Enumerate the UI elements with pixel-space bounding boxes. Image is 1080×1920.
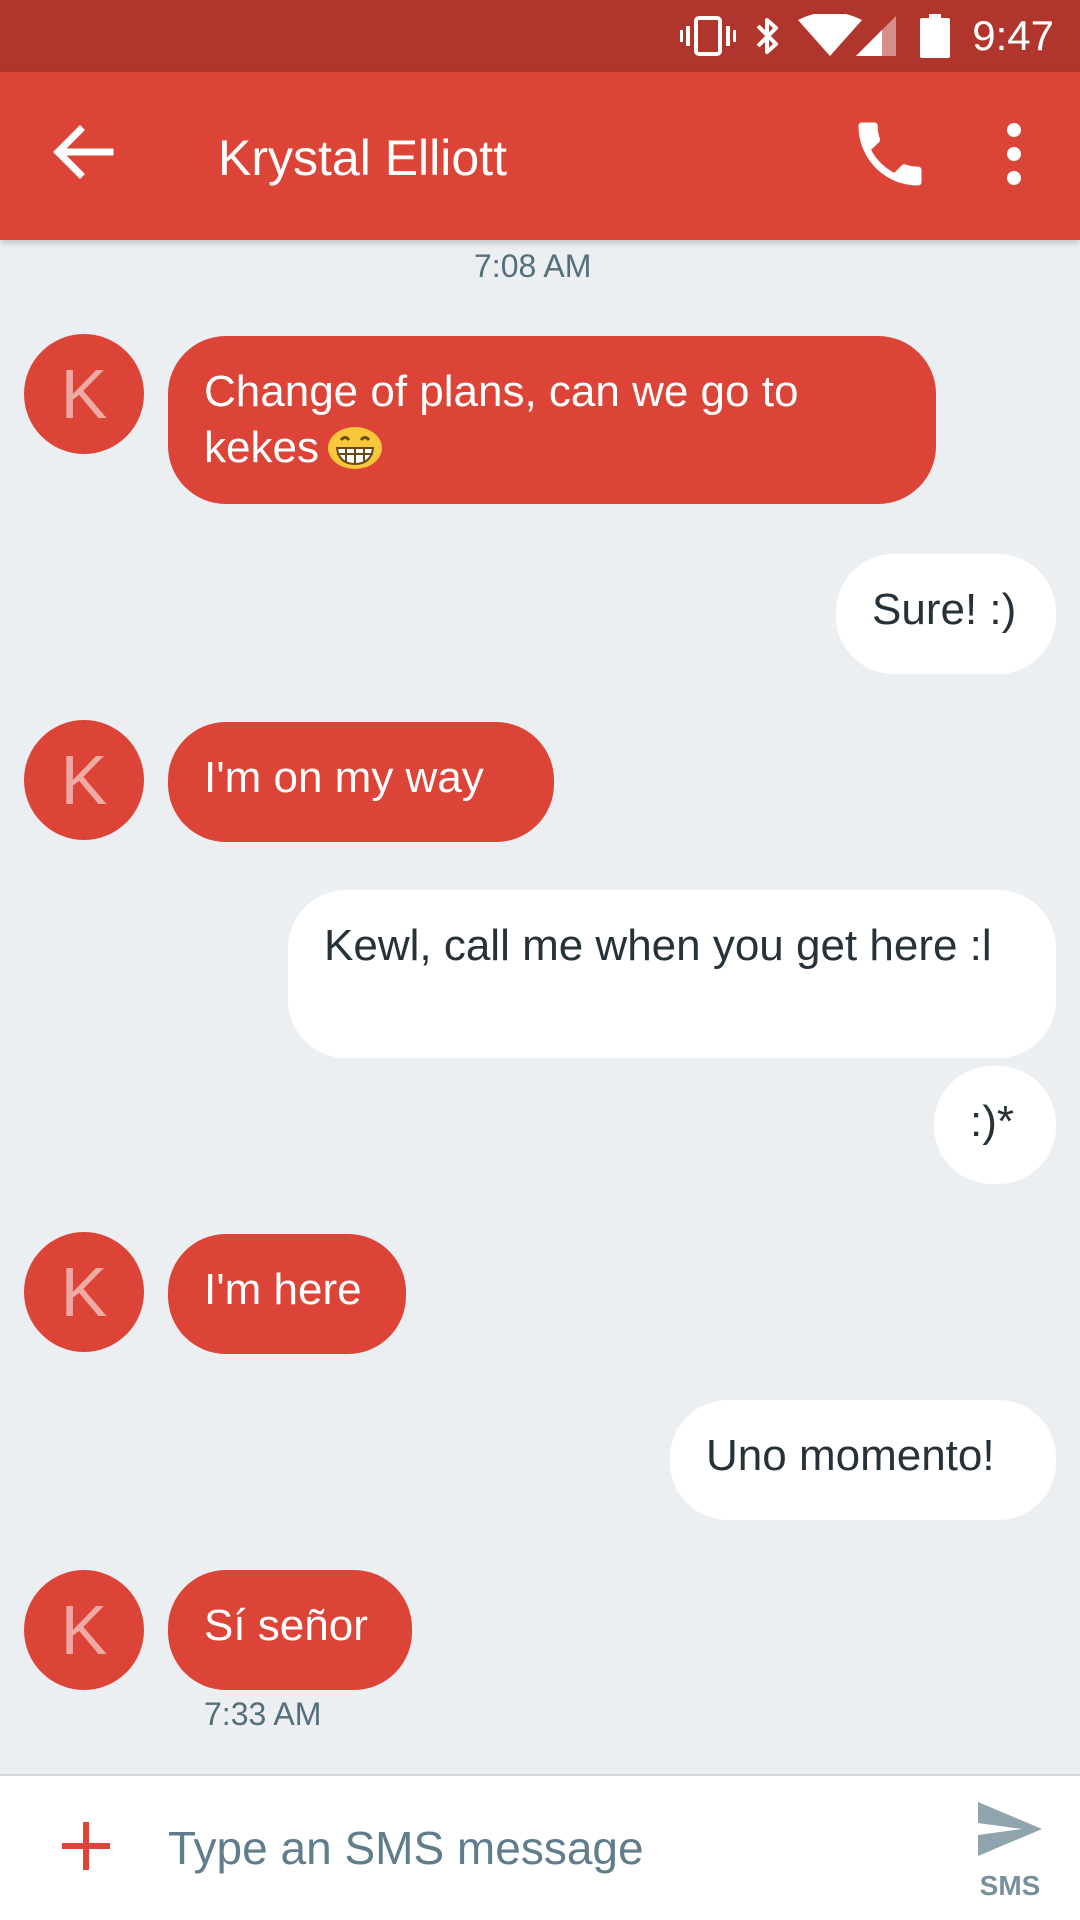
- call-button[interactable]: [848, 112, 932, 196]
- message-text: :)*: [970, 1097, 1014, 1146]
- contact-name: Krystal Elliott: [218, 130, 507, 186]
- message-text: Sí señor: [204, 1601, 368, 1650]
- message-bubble-incoming[interactable]: Sí señor: [168, 1570, 412, 1690]
- send-icon: [978, 1802, 1042, 1856]
- cell-signal-icon: [856, 16, 896, 56]
- message-bubble-outgoing[interactable]: Uno momento!: [670, 1400, 1056, 1520]
- more-options-button[interactable]: [976, 112, 1052, 196]
- conversation-list[interactable]: 7:08 AM K Change of plans, can we go to …: [0, 240, 1080, 1774]
- battery-icon: [920, 14, 950, 58]
- message-bubble-incoming[interactable]: I'm on my way: [168, 722, 554, 842]
- avatar[interactable]: K: [24, 334, 144, 454]
- grinning-face-icon: [327, 427, 382, 469]
- plus-icon: [62, 1822, 110, 1870]
- vibrate-icon: [680, 16, 736, 56]
- attach-button[interactable]: [56, 1816, 116, 1876]
- timestamp: 7:08 AM: [474, 248, 592, 284]
- message-text: I'm here: [204, 1265, 362, 1314]
- status-bar: 9:47: [0, 0, 1080, 72]
- message-bubble-incoming[interactable]: Change of plans, can we go to kekes: [168, 336, 936, 504]
- avatar[interactable]: K: [24, 720, 144, 840]
- message-text: Sure! :): [872, 585, 1017, 634]
- message-input[interactable]: [168, 1812, 928, 1884]
- app-bar: Krystal Elliott: [0, 72, 1080, 240]
- avatar[interactable]: K: [24, 1570, 144, 1690]
- back-arrow-icon: [53, 125, 114, 179]
- status-time: 9:47: [972, 12, 1054, 59]
- more-vert-icon: [1007, 123, 1021, 185]
- timestamp: 7:33 AM: [204, 1696, 322, 1732]
- send-label: SMS: [979, 1870, 1041, 1901]
- avatar[interactable]: K: [24, 1232, 144, 1352]
- message-bubble-incoming[interactable]: I'm here: [168, 1234, 406, 1354]
- message-text: Uno momento!: [706, 1431, 995, 1480]
- message-text: I'm on my way: [204, 753, 484, 802]
- bluetooth-icon: [756, 18, 778, 54]
- back-button[interactable]: [44, 112, 124, 192]
- message-text: Change of plans, can we go to kekes: [204, 367, 799, 472]
- send-button[interactable]: SMS: [960, 1794, 1060, 1906]
- message-bubble-outgoing[interactable]: Kewl, call me when you get here :l: [288, 890, 1056, 1058]
- phone-icon: [858, 122, 922, 186]
- message-bubble-outgoing[interactable]: :)*: [934, 1066, 1056, 1184]
- message-bubble-outgoing[interactable]: Sure! :): [836, 554, 1056, 674]
- compose-bar: SMS: [0, 1774, 1080, 1920]
- message-text: Kewl, call me when you get here :l: [324, 921, 992, 970]
